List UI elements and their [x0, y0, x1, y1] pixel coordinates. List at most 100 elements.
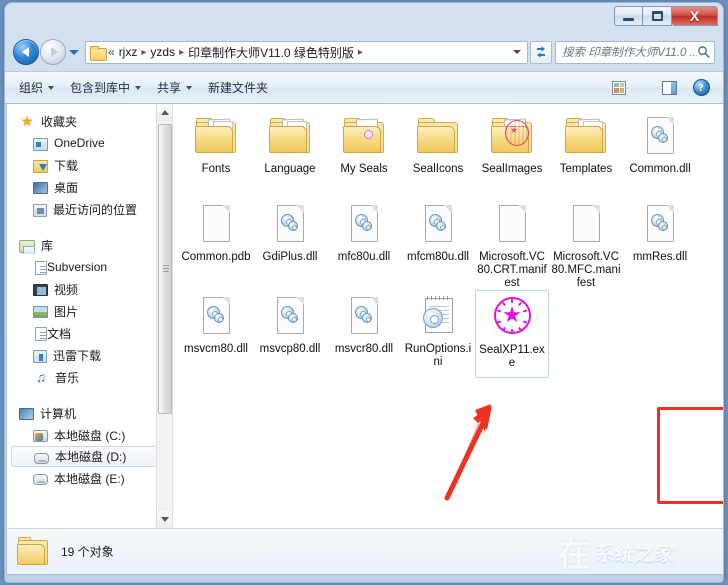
- sidebar-item-videos[interactable]: 视频: [7, 278, 172, 300]
- file-name: My Seals: [340, 163, 388, 175]
- new-folder-button[interactable]: 新建文件夹: [200, 76, 276, 100]
- share-label: 共享: [157, 81, 182, 95]
- seal-application-icon: ★: [488, 295, 536, 341]
- file-item-common-pdb[interactable]: Common.pdb: [179, 198, 253, 290]
- file-item-vc80-mfc-manifest[interactable]: Microsoft.VC80.MFC.manifest: [549, 198, 623, 290]
- sidebar-item-drive-e[interactable]: 本地磁盘 (E:): [7, 467, 172, 489]
- refresh-button[interactable]: [530, 40, 552, 64]
- search-input[interactable]: 搜索 印章制作大师V11.0 ...: [562, 44, 697, 60]
- sidebar-item-onedrive[interactable]: OneDrive: [7, 132, 172, 154]
- folder-icon: [90, 45, 107, 61]
- drive-icon: [33, 474, 48, 485]
- window-controls: X: [614, 6, 718, 26]
- sidebar-item-label: 迅雷下载: [53, 348, 102, 363]
- file-item-runoptions-ini[interactable]: RunOptions.ini: [401, 290, 475, 378]
- sidebar-item-recent-places[interactable]: 最近访问的位置: [7, 198, 172, 220]
- folder-icon: [414, 114, 462, 160]
- file-item-fonts[interactable]: Fonts: [179, 110, 253, 198]
- folder-icon: [340, 114, 388, 160]
- file-item-my-seals[interactable]: My Seals: [327, 110, 401, 198]
- address-bar[interactable]: « rjxz ▸ yzds ▸ 印章制作大师V11.0 绿色特别版 ▸: [85, 40, 528, 64]
- include-in-library-button[interactable]: 包含到库中: [62, 76, 149, 100]
- organize-button[interactable]: 组织: [11, 76, 62, 100]
- dll-file-icon: [192, 294, 240, 340]
- file-item-mmres-dll[interactable]: mmRes.dll: [623, 198, 697, 290]
- file-item-msvcr80-dll[interactable]: msvcr80.dll: [327, 290, 401, 378]
- breadcrumb-separator-icon[interactable]: ▸: [357, 47, 364, 58]
- sidebar-item-music[interactable]: ♫ 音乐: [7, 366, 172, 388]
- sidebar-item-label: 图片: [54, 304, 79, 319]
- file-item-gdiplus-dll[interactable]: GdiPlus.dll: [253, 198, 327, 290]
- view-options-icon: [612, 80, 626, 95]
- back-button[interactable]: [13, 39, 39, 65]
- file-item-sealicons[interactable]: SealIcons: [401, 110, 475, 198]
- nav-section-libraries[interactable]: 库: [7, 234, 172, 256]
- nav-section-computer[interactable]: 计算机: [7, 402, 172, 424]
- file-item-mfc80u-dll[interactable]: mfc80u.dll: [327, 198, 401, 290]
- file-item-msvcm80-dll[interactable]: msvcm80.dll: [179, 290, 253, 378]
- file-item-language[interactable]: Language: [253, 110, 327, 198]
- nav-gap: [7, 220, 172, 234]
- sidebar-item-subversion[interactable]: Subversion: [7, 256, 172, 278]
- star-icon: ★: [20, 113, 34, 129]
- file-item-sealxp11-exe[interactable]: ★ SealXP11.exe: [475, 290, 549, 378]
- file-item-msvcp80-dll[interactable]: msvcp80.dll: [253, 290, 327, 378]
- maximize-icon: [651, 11, 663, 21]
- chevron-down-icon: [161, 517, 169, 522]
- file-item-vc80-crt-manifest[interactable]: Microsoft.VC80.CRT.manifest: [475, 198, 549, 290]
- sidebar-item-desktop[interactable]: 桌面: [7, 176, 172, 198]
- scroll-up-button[interactable]: [157, 104, 172, 121]
- sidebar-item-drive-d[interactable]: 本地磁盘 (D:): [11, 446, 168, 467]
- sidebar-item-label: 桌面: [54, 180, 79, 195]
- sidebar-item-label: OneDrive: [54, 136, 105, 150]
- onedrive-icon: [33, 137, 48, 151]
- forward-button[interactable]: [40, 39, 66, 65]
- file-name: Language: [264, 163, 316, 175]
- file-item-templates[interactable]: Templates: [549, 110, 623, 198]
- gear-icon: [207, 306, 226, 325]
- sidebar-item-pictures[interactable]: 图片: [7, 300, 172, 322]
- maximize-button[interactable]: [643, 6, 672, 26]
- file-name: msvcm80.dll: [184, 343, 248, 355]
- sidebar-item-documents[interactable]: 文档: [7, 322, 172, 344]
- breadcrumb-overflow[interactable]: «: [108, 45, 115, 59]
- file-name: GdiPlus.dll: [262, 251, 318, 263]
- help-button[interactable]: ?: [689, 76, 713, 100]
- sidebar-item-label: 本地磁盘 (C:): [54, 428, 126, 443]
- sidebar-item-downloads[interactable]: 下载: [7, 154, 172, 176]
- seal-star-icon: ★: [510, 125, 519, 135]
- document-icon: [35, 326, 47, 341]
- file-item-mfcm80u-dll[interactable]: mfcm80u.dll: [401, 198, 475, 290]
- recent-pages-button[interactable]: [67, 41, 81, 63]
- breadcrumb-item-1[interactable]: yzds: [148, 44, 177, 60]
- folder-icon: ★: [488, 114, 536, 160]
- file-name: Common.pdb: [181, 251, 251, 263]
- file-item-sealimages[interactable]: ★ SealImages: [475, 110, 549, 198]
- preview-pane-button[interactable]: [657, 76, 681, 100]
- navigation-pane-scrollbar[interactable]: [156, 104, 172, 528]
- nav-section-favorites[interactable]: ★ 收藏夹: [7, 110, 172, 132]
- sidebar-item-thunder-download[interactable]: 迅雷下载: [7, 344, 172, 366]
- dll-file-icon: [266, 294, 314, 340]
- sidebar-item-drive-c[interactable]: 本地磁盘 (C:): [7, 424, 172, 446]
- navigation-tree: ★ 收藏夹 OneDrive 下载 桌面 最近访问的位置 库 Subversio…: [7, 104, 172, 489]
- computer-icon: [19, 408, 34, 420]
- scroll-down-button[interactable]: [157, 511, 172, 528]
- file-name: SealIcons: [412, 163, 464, 175]
- view-dropdown-button[interactable]: [631, 76, 647, 100]
- address-dropdown-button[interactable]: [509, 50, 525, 54]
- close-button[interactable]: X: [672, 6, 718, 26]
- search-box[interactable]: 搜索 印章制作大师V11.0 ...: [555, 40, 715, 64]
- share-button[interactable]: 共享: [149, 76, 200, 100]
- file-item-common-dll[interactable]: Common.dll: [623, 110, 697, 198]
- scrollbar-thumb[interactable]: [158, 124, 172, 414]
- minimize-button[interactable]: [614, 6, 643, 26]
- file-list-pane[interactable]: Fonts Language My Seals SealIcons ★ Seal…: [173, 104, 723, 528]
- breadcrumb-item-2[interactable]: 印章制作大师V11.0 绿色特别版: [186, 43, 356, 62]
- breadcrumb-item-0[interactable]: rjxz: [117, 44, 140, 60]
- sidebar-item-label: 音乐: [55, 370, 80, 385]
- thunder-download-icon: [33, 349, 47, 363]
- library-icon: [19, 239, 35, 254]
- navigation-pane[interactable]: ★ 收藏夹 OneDrive 下载 桌面 最近访问的位置 库 Subversio…: [7, 104, 173, 528]
- change-view-button[interactable]: [607, 76, 631, 100]
